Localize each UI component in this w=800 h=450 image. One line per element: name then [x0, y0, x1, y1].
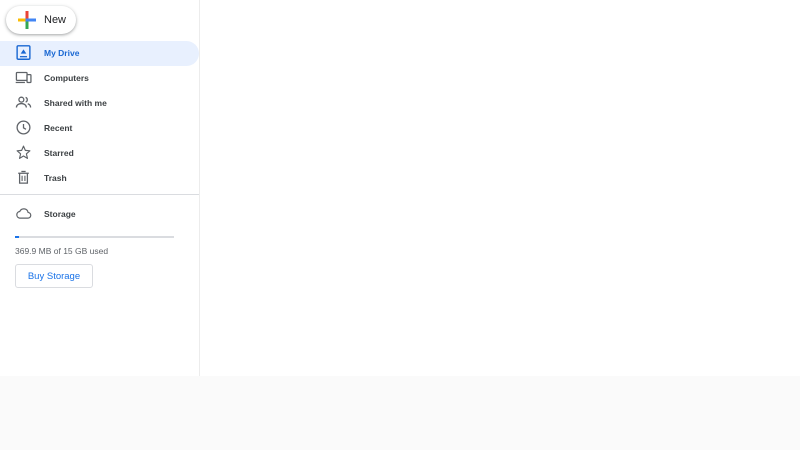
sidebar-item-label: Recent	[44, 123, 73, 133]
sidebar-item-label: My Drive	[44, 48, 80, 58]
storage-progress-bar	[15, 236, 174, 238]
main-content	[200, 0, 800, 376]
sidebar-item-my-drive[interactable]: My Drive	[0, 41, 199, 66]
shared-with-me-icon	[15, 94, 32, 111]
drive-app: New My Drive Computers Shared with me Re…	[0, 0, 800, 450]
sidebar-item-starred[interactable]: Starred	[0, 141, 199, 166]
buy-storage-button[interactable]: Buy Storage	[15, 264, 93, 288]
sidebar-item-label: Computers	[44, 73, 89, 83]
star-icon	[15, 144, 32, 161]
my-drive-icon	[15, 44, 32, 61]
sidebar-item-label: Trash	[44, 173, 67, 183]
plus-icon	[18, 11, 36, 29]
sidebar-item-label: Shared with me	[44, 98, 107, 108]
trash-icon	[15, 169, 32, 186]
cloud-icon	[15, 205, 32, 222]
sidebar-item-storage[interactable]: Storage	[0, 202, 199, 227]
storage-usage-text: 369.9 MB of 15 GB used	[15, 246, 109, 256]
new-button-label: New	[44, 14, 67, 26]
sidebar-item-label: Starred	[44, 148, 74, 158]
sidebar-item-trash[interactable]: Trash	[0, 166, 199, 191]
new-button[interactable]: New	[6, 6, 76, 34]
computers-icon	[15, 69, 32, 86]
sidebar: New My Drive Computers Shared with me Re…	[0, 0, 200, 376]
sidebar-item-recent[interactable]: Recent	[0, 116, 199, 141]
storage-label: Storage	[44, 209, 76, 219]
storage-progress-fill	[15, 236, 19, 238]
clock-icon	[15, 119, 32, 136]
sidebar-item-shared-with-me[interactable]: Shared with me	[0, 91, 199, 116]
sidebar-nav: My Drive Computers Shared with me Recent…	[0, 41, 199, 191]
sidebar-item-computers[interactable]: Computers	[0, 66, 199, 91]
sidebar-divider	[0, 194, 199, 195]
